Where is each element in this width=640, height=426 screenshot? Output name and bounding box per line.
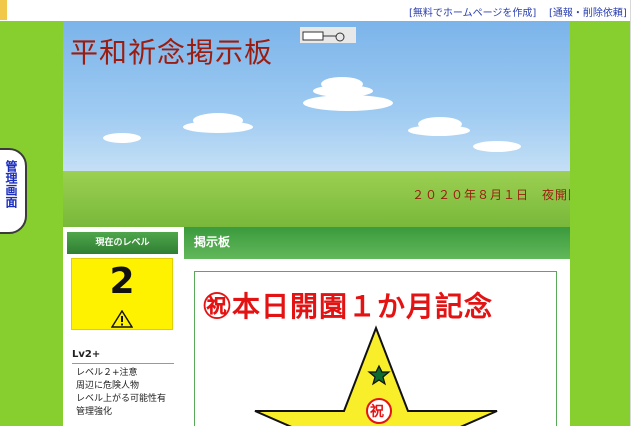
small-star-icon xyxy=(367,364,391,386)
report-delete-link[interactable]: [通報・削除依頼] xyxy=(549,4,627,19)
header-banner: 平和祈念掲示板 ２０２０年８月１日 夜開園 xyxy=(63,21,570,227)
celebration-title: ㊗本日開園１か月記念 xyxy=(203,290,494,323)
level-detail-item: 周辺に危険人物 xyxy=(76,381,140,391)
admin-panel-tab[interactable]: 管理画面 xyxy=(0,148,27,234)
warning-icon xyxy=(111,310,133,328)
level-details: レベル２+注意 周辺に危険人物 レベル上がる可能性有 管理強化 xyxy=(76,367,176,419)
admin-panel-label: 管理画面 xyxy=(4,160,18,208)
section-title: 掲示板 xyxy=(184,227,570,259)
banner-image xyxy=(300,27,356,43)
level-number: 2 xyxy=(109,261,135,302)
star-emblem: 祝 xyxy=(370,404,384,420)
level-detail-item: レベル２+注意 xyxy=(76,368,138,378)
level-detail-item: レベル上がる可能性有 xyxy=(76,394,167,404)
header-date: ２０２０年８月１日 夜開園 xyxy=(412,188,570,202)
level-detail-item: 管理強化 xyxy=(76,407,113,417)
post-image: ㊗本日開園１か月記念 祝 xyxy=(194,271,557,426)
top-bar: [無料でホームページを作成] [通報・削除依頼] xyxy=(0,0,640,21)
level-header: 現在のレベル xyxy=(67,232,178,254)
create-homepage-link[interactable]: [無料でホームページを作成] xyxy=(409,4,536,19)
divider xyxy=(72,363,174,364)
level-indicator: 2 xyxy=(71,258,173,330)
app-icon xyxy=(0,0,7,20)
sidebar: 現在のレベル 2 Lv2+ レベル２+注意 周辺に危険人物 レベル上がる可能性有… xyxy=(67,232,178,426)
level-title: Lv2+ xyxy=(72,349,101,360)
right-background-band xyxy=(570,21,630,426)
scrollbar[interactable] xyxy=(630,0,640,426)
site-title[interactable]: 平和祈念掲示板 xyxy=(70,31,273,71)
